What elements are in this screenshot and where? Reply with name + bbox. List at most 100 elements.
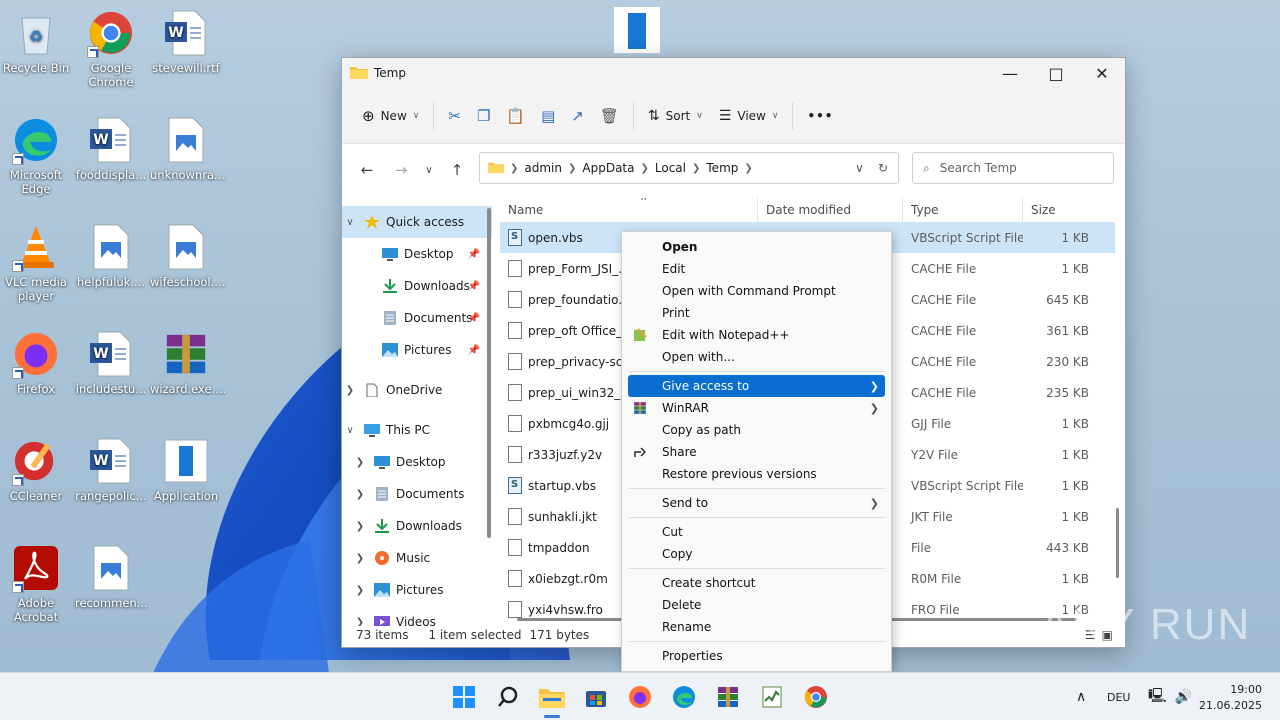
breadcrumb-admin[interactable]: admin <box>524 161 562 175</box>
menu-item-share[interactable]: Share <box>628 441 885 463</box>
edge-icon[interactable] <box>668 681 700 713</box>
chevron-right-icon[interactable]: ❯ <box>352 489 368 500</box>
refresh-icon[interactable]: ↻ <box>878 161 888 175</box>
menu-item-copy-as-path[interactable]: Copy as path <box>628 419 885 441</box>
desktop-icon[interactable]: Firefox <box>0 331 72 396</box>
minimize-button[interactable]: — <box>987 58 1033 88</box>
chevron-right-icon[interactable]: ❯ <box>352 585 368 596</box>
start-icon[interactable] <box>448 681 480 713</box>
forward-button[interactable]: → <box>386 155 416 185</box>
winrar-icon[interactable] <box>712 681 744 713</box>
paste-button[interactable]: 📋 <box>498 100 533 132</box>
desktop-icon[interactable]: wizard.exe.... <box>150 331 226 396</box>
system-tray[interactable]: 🖳 🔊 <box>1148 673 1192 720</box>
desktop-icon[interactable]: VLC media player <box>0 224 72 303</box>
menu-item-delete[interactable]: Delete <box>628 594 885 616</box>
desktop-icon[interactable]: Wrangepolic... <box>75 438 147 503</box>
close-button[interactable]: ✕ <box>1079 58 1125 88</box>
desktop-icon[interactable]: Microsoft Edge <box>0 117 72 196</box>
desktop-icon[interactable]: unknownra... <box>150 117 225 182</box>
input-language[interactable]: DEU <box>1107 673 1130 720</box>
search-box[interactable]: ⌕ Search Temp <box>912 152 1114 184</box>
desktop-icon[interactable]: CCleaner <box>0 438 72 503</box>
sidebar-scrollbar[interactable] <box>487 208 491 538</box>
sidebar-item-downloads[interactable]: Downloads 📌 <box>342 270 492 302</box>
menu-item-open-with[interactable]: Open with... <box>628 346 885 368</box>
desktop-icon[interactable]: Google Chrome <box>75 10 147 89</box>
clock[interactable]: 19:00 21.06.2025 <box>1199 682 1262 714</box>
up-button[interactable]: ↑ <box>442 155 472 185</box>
rename-button[interactable]: ▤ <box>533 100 563 132</box>
menu-item-restore-previous-versions[interactable]: Restore previous versions <box>628 463 885 485</box>
sidebar-item-pc-desktop[interactable]: ❯ Desktop <box>342 446 492 478</box>
menu-item-edit[interactable]: Edit <box>628 258 885 280</box>
chevron-down-icon[interactable]: ∨ <box>855 161 864 175</box>
sidebar-item-pc-music[interactable]: ❯ Music <box>342 542 492 574</box>
title-bar[interactable]: Temp — □ ✕ <box>342 58 1125 88</box>
menu-item-create-shortcut[interactable]: Create shortcut <box>628 572 885 594</box>
menu-item-rename[interactable]: Rename <box>628 616 885 638</box>
vertical-scrollbar[interactable] <box>1116 508 1119 578</box>
menu-item-properties[interactable]: Properties <box>628 645 885 667</box>
file-explorer-icon[interactable] <box>536 681 568 718</box>
desktop-icon[interactable]: Wstevewill.rtf <box>150 10 222 75</box>
column-name[interactable]: Name <box>500 198 758 222</box>
store-icon[interactable] <box>580 681 612 713</box>
menu-item-send-to[interactable]: Send to ❯ <box>628 492 885 514</box>
delete-button[interactable]: 🗑 <box>592 100 627 132</box>
sidebar-item-desktop[interactable]: Desktop 📌 <box>342 238 492 270</box>
more-options-button[interactable]: ••• <box>799 100 841 132</box>
column-date-modified[interactable]: Date modified <box>758 198 903 222</box>
firefox-icon[interactable] <box>624 681 656 713</box>
desktop-icon[interactable]: ♻ Recycle Bin <box>0 10 72 75</box>
desktop-icon[interactable]: Wfooddispla... <box>75 117 147 182</box>
column-type[interactable]: Type <box>903 198 1023 222</box>
desktop-icon[interactable]: wifeschool.... <box>150 224 225 289</box>
view-button[interactable]: ☰ View ∨ <box>711 100 787 132</box>
copy-button[interactable]: ❐ <box>469 100 498 132</box>
sidebar-item-quick-access[interactable]: ∨ Quick access <box>342 206 492 238</box>
network-icon[interactable]: 🖳 <box>1148 685 1167 709</box>
search-icon[interactable] <box>492 681 524 713</box>
menu-item-cut[interactable]: Cut <box>628 521 885 543</box>
task-manager-icon[interactable] <box>756 681 788 713</box>
desktop-icon[interactable]: Wincludestu... <box>75 331 147 396</box>
sidebar-item-onedrive[interactable]: ❯ OneDrive <box>342 374 492 406</box>
breadcrumb-appdata[interactable]: AppData <box>582 161 634 175</box>
menu-item-open[interactable]: Open <box>628 236 885 258</box>
chevron-right-icon[interactable]: ❯ <box>352 521 368 532</box>
maximize-button[interactable]: □ <box>1033 58 1079 88</box>
chevron-right-icon[interactable]: ❯ <box>342 385 358 396</box>
back-button[interactable]: ← <box>352 155 382 185</box>
desktop-icon[interactable]: Application <box>150 438 222 503</box>
breadcrumb-local[interactable]: Local <box>655 161 686 175</box>
sidebar-item-pc-documents[interactable]: ❯ Documents <box>342 478 492 510</box>
share-button[interactable]: ↗ <box>563 100 592 132</box>
sidebar-item-pictures[interactable]: Pictures 📌 <box>342 334 492 366</box>
menu-item-winrar[interactable]: WinRAR ❯ <box>628 397 885 419</box>
breadcrumb-temp[interactable]: Temp <box>706 161 738 175</box>
chevron-down-icon[interactable]: ∨ <box>342 217 358 228</box>
menu-item-print[interactable]: Print <box>628 302 885 324</box>
recent-locations-button[interactable]: ∨ <box>420 155 438 185</box>
menu-item-edit-with-notepad[interactable]: Edit with Notepad++ <box>628 324 885 346</box>
address-bar[interactable]: ❯ admin ❯ AppData ❯ Local ❯ Temp ❯ ∨ ↻ <box>479 152 899 184</box>
chrome-icon[interactable] <box>800 681 832 713</box>
show-hidden-icons-button[interactable]: ∧ <box>1076 673 1086 720</box>
sort-button[interactable]: ⇅ Sort ∨ <box>640 100 711 132</box>
desktop-icon[interactable]: Adobe Acrobat <box>0 545 72 624</box>
menu-item-copy[interactable]: Copy <box>628 543 885 565</box>
volume-icon[interactable]: 🔊 <box>1175 689 1192 705</box>
sidebar-item-pc-downloads[interactable]: ❯ Downloads <box>342 510 492 542</box>
menu-item-give-access-to[interactable]: Give access to ❯ <box>628 375 885 397</box>
menu-item-open-with-command-prompt[interactable]: Open with Command Prompt <box>628 280 885 302</box>
chevron-right-icon[interactable]: ❯ <box>352 553 368 564</box>
cut-button[interactable]: ✂ <box>440 100 469 132</box>
desktop-icon[interactable]: helpfuluk.... <box>75 224 147 289</box>
chevron-down-icon[interactable]: ∨ <box>342 425 358 436</box>
sidebar-item-this-pc[interactable]: ∨ This PC <box>342 414 492 446</box>
chevron-right-icon[interactable]: ❯ <box>352 457 368 468</box>
application-window-icon[interactable] <box>613 6 661 54</box>
sidebar-item-pc-pictures[interactable]: ❯ Pictures <box>342 574 492 606</box>
sidebar-item-documents[interactable]: Documents 📌 <box>342 302 492 334</box>
